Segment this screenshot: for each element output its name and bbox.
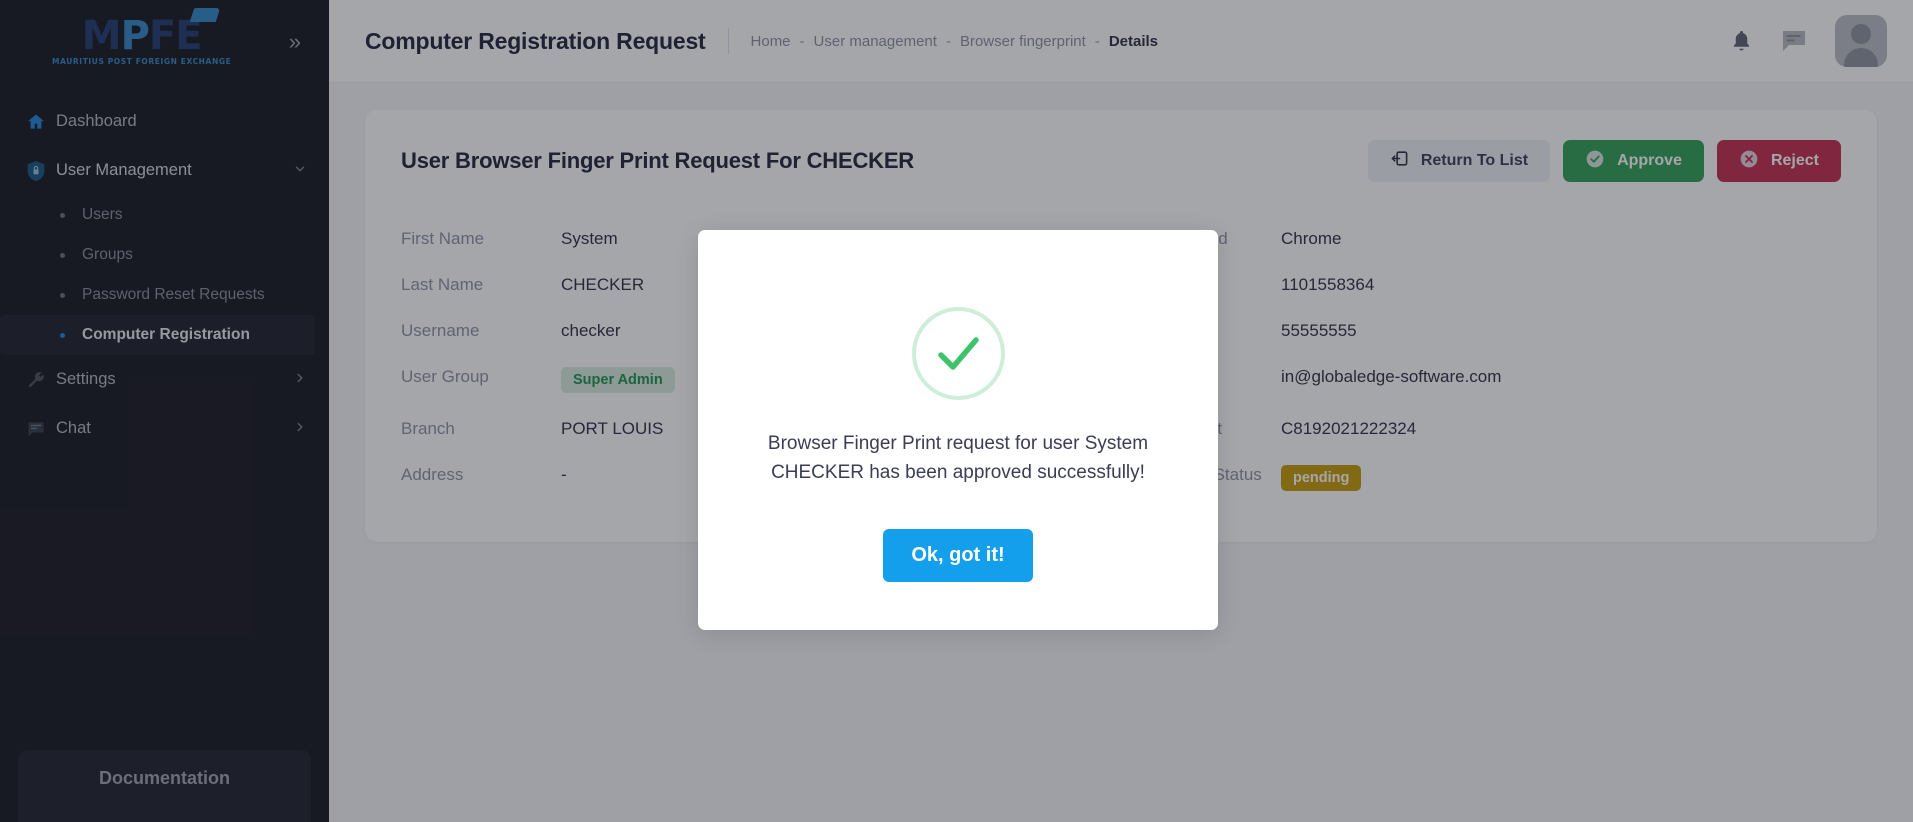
modal-message: Browser Finger Print request for user Sy… — [767, 433, 1149, 483]
app-root: MPFE MAURITIUS POST FOREIGN EXCHANGE » D… — [0, 0, 1913, 822]
success-check-icon — [911, 307, 1005, 400]
modal-confirm-button[interactable]: Ok, got it! — [883, 529, 1033, 582]
success-modal: Browser Finger Print request for user Sy… — [698, 230, 1218, 630]
